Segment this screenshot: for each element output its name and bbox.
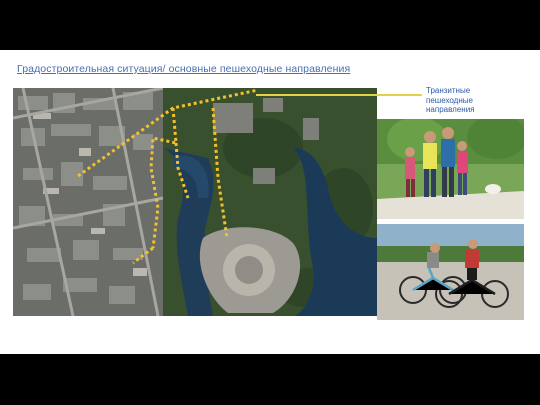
legend-label: Транзитные пешеходные направления (426, 86, 475, 114)
cyclists-photo (377, 224, 524, 320)
family-walking-photo (377, 119, 524, 219)
satellite-map (13, 88, 377, 316)
slide-title: Градостроительная ситуация/ основные пеш… (17, 63, 351, 75)
legend-line (256, 94, 422, 96)
slide: Градостроительная ситуация/ основные пеш… (0, 50, 540, 354)
map-image (13, 88, 377, 316)
